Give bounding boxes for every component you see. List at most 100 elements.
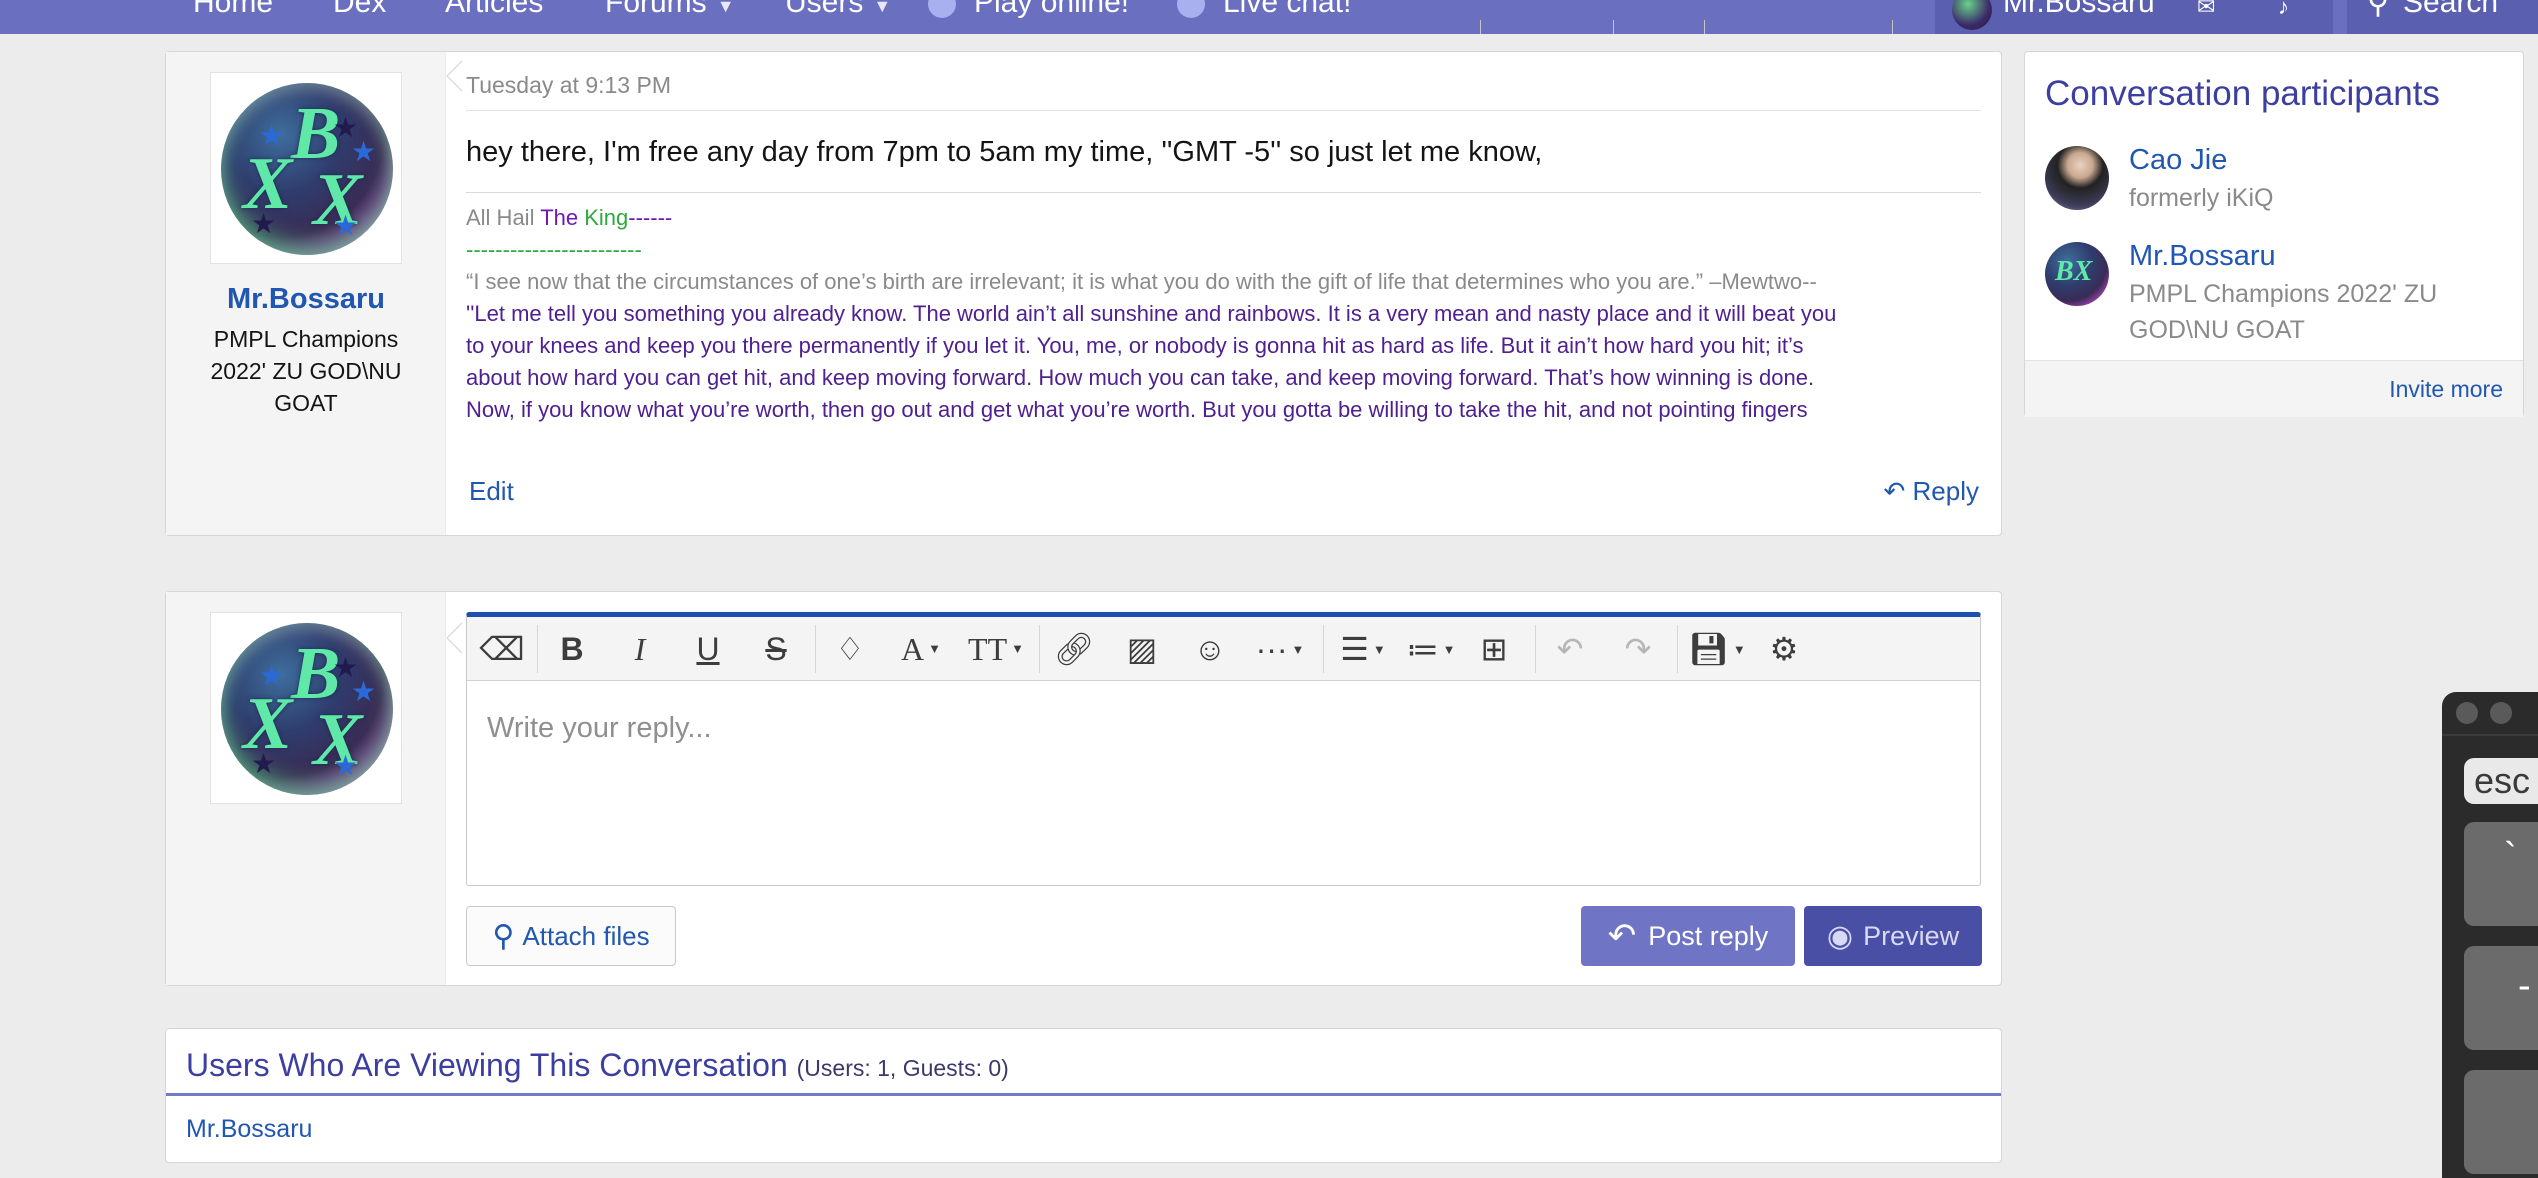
- chevron-down-icon: ▼: [873, 0, 892, 16]
- text-color-icon[interactable]: ♢: [825, 627, 875, 671]
- link-icon[interactable]: 🔗︎: [1049, 627, 1099, 671]
- pokeball-icon: [928, 0, 956, 19]
- chat-icon: [1177, 0, 1205, 19]
- sig-quote-line: to your knees and keep you there permane…: [466, 333, 1804, 358]
- avatar[interactable]: B X X ★ ★ ★ ★ ★: [210, 72, 402, 264]
- message-user-panel: B X X ★ ★ ★ ★ ★ Mr.Bossaru PMPL Champion…: [166, 52, 446, 535]
- author-title: PMPL Champions 2022' ZU GOD\NU GOAT: [210, 326, 402, 416]
- nav-users[interactable]: Users ▼: [785, 0, 891, 20]
- invite-more-link[interactable]: Invite more: [2389, 376, 2503, 403]
- divider: [466, 110, 1981, 111]
- nav-home[interactable]: Home: [193, 0, 273, 20]
- viewers-heading: Users Who Are Viewing This Conversation …: [186, 1047, 1009, 1084]
- rich-text-editor: ⌫ B I U S ♢ A ▼ TT ▼ 🔗︎ ▨ ☺ ··· ▼ ☰ ▼ ≔ ▼ ⊞ ↶…: [466, 612, 1981, 886]
- sig-quote-line: about how hard you can get hit, and keep…: [466, 365, 1815, 390]
- preview-button[interactable]: ◉ Preview: [1804, 906, 1982, 966]
- reply-icon: ↶: [1607, 917, 1637, 955]
- table-icon[interactable]: ⊞: [1469, 627, 1519, 671]
- esc-key[interactable]: esc: [2464, 758, 2538, 804]
- conversation-participants: Conversation participants Cao Jie former…: [2024, 51, 2524, 417]
- participant-name[interactable]: Mr.Bossaru: [2129, 240, 2276, 273]
- nav-live-chat[interactable]: Live chat!: [1177, 0, 1351, 20]
- divider: [166, 1093, 2001, 1096]
- nav-dex[interactable]: Dex: [333, 0, 386, 20]
- avatar[interactable]: [2045, 242, 2109, 306]
- participant-name[interactable]: Cao Jie: [2129, 144, 2227, 177]
- nav-articles[interactable]: Articles: [445, 0, 543, 20]
- viewer-user-link[interactable]: Mr.Bossaru: [186, 1115, 312, 1144]
- nav-chat-label: Live chat!: [1223, 0, 1352, 19]
- viewers-count: (Users: 1, Guests: 0): [796, 1055, 1009, 1081]
- nav-forums[interactable]: Forums ▼: [605, 0, 735, 20]
- reply-arrow: [446, 622, 463, 654]
- sig-quote-line: ''Let me tell you something you already …: [466, 301, 1837, 326]
- reply-user-panel: B X X ★ ★ ★ ★ ★: [166, 592, 446, 985]
- conversation-message: B X X ★ ★ ★ ★ ★ Mr.Bossaru PMPL Champion…: [165, 51, 2002, 536]
- align-icon[interactable]: ☰ ▼: [1333, 627, 1393, 671]
- sig-text: King: [584, 205, 629, 230]
- subnav-divider: [1480, 20, 1481, 34]
- strikethrough-icon[interactable]: S: [751, 627, 801, 671]
- underline-icon[interactable]: U: [683, 627, 733, 671]
- nav-play-online[interactable]: Play online!: [928, 0, 1129, 20]
- search-nav-block[interactable]: ⚲ Search: [2347, 0, 2538, 34]
- clear-formatting-icon[interactable]: ⌫: [477, 627, 527, 671]
- post-reply-button[interactable]: ↶ Post reply: [1581, 906, 1795, 966]
- search-icon: ⚲: [2367, 0, 2389, 20]
- inbox-icon[interactable]: ✉: [2197, 0, 2215, 20]
- keyboard-key[interactable]: [2464, 1070, 2538, 1174]
- undo-icon[interactable]: ↶: [1545, 627, 1595, 671]
- on-screen-keyboard: esc ` -: [2442, 692, 2538, 1178]
- user-nav-block: Mr.Bossaru ✉ ♪: [1935, 0, 2333, 34]
- redo-icon[interactable]: ↷: [1613, 627, 1663, 671]
- subnav-divider: [1892, 20, 1893, 34]
- reply-input[interactable]: Write your reply...: [487, 712, 712, 745]
- avatar[interactable]: [2045, 146, 2109, 210]
- sig-quote-mewtwo: “I see now that the circumstances of one…: [466, 269, 1817, 294]
- reply-icon: ↶: [1883, 476, 1913, 506]
- font-size-icon[interactable]: TT ▼: [961, 627, 1031, 671]
- bell-icon[interactable]: ♪: [2278, 0, 2289, 20]
- reply-link[interactable]: ↶ Reply: [1884, 476, 1980, 507]
- gear-icon[interactable]: ⚙: [1759, 627, 1809, 671]
- top-navbar: Home Dex Articles Forums ▼ Users ▼ Play on…: [0, 0, 2538, 34]
- avatar[interactable]: B X X ★ ★ ★ ★ ★: [210, 612, 402, 804]
- paperclip-icon: ⚲: [492, 919, 515, 953]
- post-reply-label: Post reply: [1648, 920, 1769, 951]
- italic-icon[interactable]: I: [615, 627, 665, 671]
- toolbar-separator: [1039, 625, 1040, 673]
- eye-icon: ◉: [1826, 919, 1854, 953]
- backtick-key[interactable]: `: [2464, 822, 2538, 926]
- avatar[interactable]: [1952, 0, 1992, 30]
- attach-files-button[interactable]: ⚲ Attach files: [466, 906, 676, 966]
- participants-heading: Conversation participants: [2045, 74, 2440, 113]
- smiley-icon[interactable]: ☺: [1185, 627, 1235, 671]
- signature-divider: [466, 192, 1981, 193]
- minimize-icon[interactable]: [2490, 702, 2512, 724]
- drafts-icon[interactable]: 💾︎ ▼: [1687, 627, 1747, 671]
- participants-footer: Invite more: [2025, 360, 2523, 417]
- sig-text: The: [540, 205, 585, 230]
- bxx-orb-avatar-image: B X X ★ ★ ★ ★ ★: [221, 83, 393, 255]
- font-family-icon[interactable]: A ▼: [889, 627, 953, 671]
- subnav-divider: [1704, 20, 1705, 34]
- reply-label: Reply: [1912, 476, 1979, 506]
- editor-toolbar: ⌫ B I U S ♢ A ▼ TT ▼ 🔗︎ ▨ ☺ ··· ▼ ☰ ▼ ≔ ▼ ⊞ ↶…: [467, 617, 1980, 681]
- message-date[interactable]: Tuesday at 9:13 PM: [466, 72, 671, 99]
- image-icon[interactable]: ▨: [1117, 627, 1167, 671]
- more-options-icon[interactable]: ··· ▼: [1245, 627, 1315, 671]
- message-author[interactable]: Mr.Bossaru: [166, 283, 446, 316]
- participant-subtitle: formerly iKiQ: [2129, 184, 2274, 212]
- minus-key[interactable]: -: [2464, 946, 2538, 1050]
- list-icon[interactable]: ≔ ▼: [1401, 627, 1461, 671]
- nav-username[interactable]: Mr.Bossaru: [2003, 0, 2155, 20]
- message-body: hey there, I'm free any day from 7pm to …: [466, 136, 1543, 168]
- edit-link[interactable]: Edit: [469, 476, 514, 507]
- signature: All Hail The King------ ----------------…: [466, 202, 1994, 492]
- bold-icon[interactable]: B: [547, 627, 597, 671]
- toolbar-separator: [815, 625, 816, 673]
- close-icon[interactable]: [2456, 702, 2478, 724]
- toolbar-separator: [1323, 625, 1324, 673]
- sig-text: All Hail: [466, 205, 541, 230]
- subnav-divider: [1613, 20, 1614, 34]
